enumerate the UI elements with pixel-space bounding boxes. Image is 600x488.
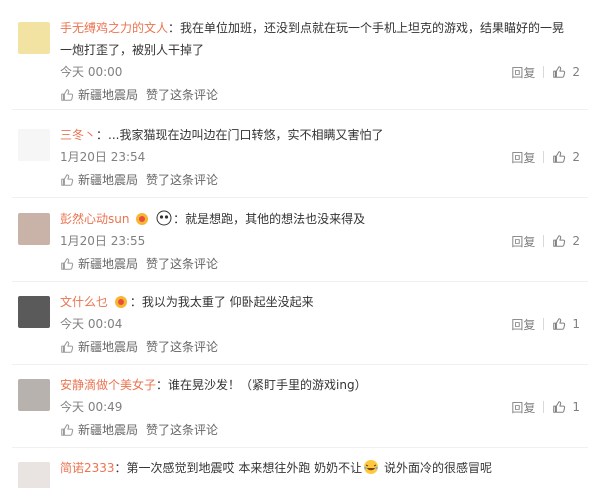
comment-text: ：我在单位加班，还没到点就在玩一个手机上坦克的游戏，结果瞄好的一晃 [168, 21, 565, 35]
like-count: 2 [572, 234, 580, 248]
divider [543, 66, 545, 78]
separator [12, 197, 588, 198]
liked-by-text: 赞了这条评论 [146, 257, 219, 271]
thumbs-up-icon [61, 257, 74, 270]
separator [12, 364, 588, 365]
like-count: 2 [572, 65, 580, 79]
reply-button[interactable]: 回复 [511, 149, 535, 166]
comment-text: 一炮打歪了，被别人干掉了 [60, 43, 205, 57]
comment-actions: 回复 2 [511, 62, 580, 82]
comment-author[interactable]: 手无缚鸡之力的文人 [60, 21, 168, 35]
reply-button[interactable]: 回复 [511, 64, 535, 81]
comment-actions: 回复 2 [511, 231, 580, 251]
liked-by-text: 赞了这条评论 [146, 173, 219, 187]
separator [12, 447, 588, 448]
comment-text: ：第一次感觉到地震哎 本来想往外跑 奶奶不让 [114, 461, 363, 475]
badge-icon [134, 210, 150, 226]
avatar[interactable] [18, 296, 50, 328]
thumbs-up-icon [61, 340, 74, 353]
liked-by-text: 赞了这条评论 [146, 423, 219, 437]
comment-item: 简诺2333：第一次感觉到地震哎 本来想往外跑 奶奶不让 说外面冷的很感冒呢 [0, 455, 600, 488]
comment-time: 今天 00:00 [60, 65, 123, 79]
divider [543, 235, 545, 247]
comment-list: 手无缚鸡之力的文人：我在单位加班，还没到点就在玩一个手机上坦克的游戏，结果瞄好的… [0, 0, 600, 488]
avatar[interactable] [18, 22, 50, 54]
liked-by: 新疆地震局 赞了这条评论 [60, 421, 580, 438]
liked-by-user[interactable]: 新疆地震局 [78, 171, 138, 188]
thumbs-up-icon [553, 66, 566, 78]
separator [12, 109, 588, 110]
comment-time: 1月20日 23:55 [60, 234, 146, 248]
separator [12, 281, 588, 282]
divider [543, 318, 545, 330]
like-button[interactable]: 1 [552, 317, 580, 331]
comment-time: 今天 00:04 [60, 317, 123, 331]
laughing-crying-icon [363, 459, 379, 475]
comment-actions: 回复 2 [511, 147, 580, 167]
liked-by-text: 赞了这条评论 [146, 340, 219, 354]
comment-text: ：谁在晃沙发！（紧盯手里的游戏ing） [156, 378, 367, 392]
comment-author[interactable]: 简诺2333 [60, 461, 115, 475]
liked-by-user[interactable]: 新疆地震局 [78, 338, 138, 355]
comment-item: 彭然心动sun ：就是想跑，其他的想法也没来得及 1月20日 23:55 回复 … [0, 206, 600, 282]
comment-item: 文什么乜 ：我以为我太重了 仰卧起坐没起来 今天 00:04 回复 1 新疆地震… [0, 289, 600, 365]
thumbs-up-icon [553, 401, 566, 413]
comment-author[interactable]: 文什么乜 [60, 295, 108, 309]
reply-button[interactable]: 回复 [511, 399, 535, 416]
like-button[interactable]: 2 [552, 234, 580, 248]
liked-by: 新疆地震局 赞了这条评论 [60, 255, 580, 272]
thumbs-up-icon [553, 318, 566, 330]
comment-meta: 今天 00:04 回复 1 [60, 314, 580, 334]
like-count: 1 [572, 317, 580, 331]
liked-by-text: 赞了这条评论 [146, 88, 219, 102]
comment-time: 今天 00:49 [60, 400, 123, 414]
comment-actions: 回复 1 [511, 397, 580, 417]
like-button[interactable]: 2 [552, 150, 580, 164]
liked-by-user[interactable]: 新疆地震局 [78, 255, 138, 272]
comment-meta: 1月20日 23:55 回复 2 [60, 231, 580, 251]
thumbs-up-icon [553, 151, 566, 163]
comment-author[interactable]: 彭然心动sun [60, 212, 129, 226]
badge-icon [113, 293, 129, 309]
reply-button[interactable]: 回复 [511, 233, 535, 250]
divider [543, 151, 545, 163]
comment-time: 1月20日 23:54 [60, 150, 146, 164]
comment-text: ：...我家猫现在边叫边在门口转悠，实不相瞒又害怕了 [96, 128, 384, 142]
avatar[interactable] [18, 129, 50, 161]
thumbs-up-icon [61, 423, 74, 436]
comment-author[interactable]: 安静滴做个美女子 [60, 378, 156, 392]
comment-meta: 今天 00:00 回复 2 [60, 62, 580, 82]
comment-author[interactable]: 三冬丶 [60, 128, 96, 142]
comment-text: ：我以为我太重了 仰卧起坐没起来 [129, 295, 314, 309]
thumbs-up-icon [553, 235, 566, 247]
comment-meta: 1月20日 23:54 回复 2 [60, 147, 580, 167]
avatar[interactable] [18, 213, 50, 245]
liked-by: 新疆地震局 赞了这条评论 [60, 338, 580, 355]
liked-by-user[interactable]: 新疆地震局 [78, 421, 138, 438]
comment-item: 安静滴做个美女子：谁在晃沙发！（紧盯手里的游戏ing） 今天 00:49 回复 … [0, 372, 600, 448]
comment-item: 手无缚鸡之力的文人：我在单位加班，还没到点就在玩一个手机上坦克的游戏，结果瞄好的… [0, 12, 600, 110]
thumbs-up-icon [61, 173, 74, 186]
liked-by: 新疆地震局 赞了这条评论 [60, 86, 580, 103]
like-button[interactable]: 2 [552, 65, 580, 79]
comment-actions: 回复 1 [511, 314, 580, 334]
avatar[interactable] [18, 462, 50, 488]
comment-item: 三冬丶：...我家猫现在边叫边在门口转悠，实不相瞒又害怕了 1月20日 23:5… [0, 122, 600, 198]
like-count: 1 [572, 400, 580, 414]
comment-text: 说外面冷的很感冒呢 [380, 461, 493, 475]
panda-icon [156, 210, 172, 226]
liked-by-user[interactable]: 新疆地震局 [78, 86, 138, 103]
liked-by: 新疆地震局 赞了这条评论 [60, 171, 580, 188]
divider [543, 401, 545, 413]
thumbs-up-icon [61, 88, 74, 101]
comment-meta: 今天 00:49 回复 1 [60, 397, 580, 417]
like-button[interactable]: 1 [552, 400, 580, 414]
like-count: 2 [572, 150, 580, 164]
reply-button[interactable]: 回复 [511, 316, 535, 333]
avatar[interactable] [18, 379, 50, 411]
comment-text: ：就是想跑，其他的想法也没来得及 [173, 212, 366, 226]
